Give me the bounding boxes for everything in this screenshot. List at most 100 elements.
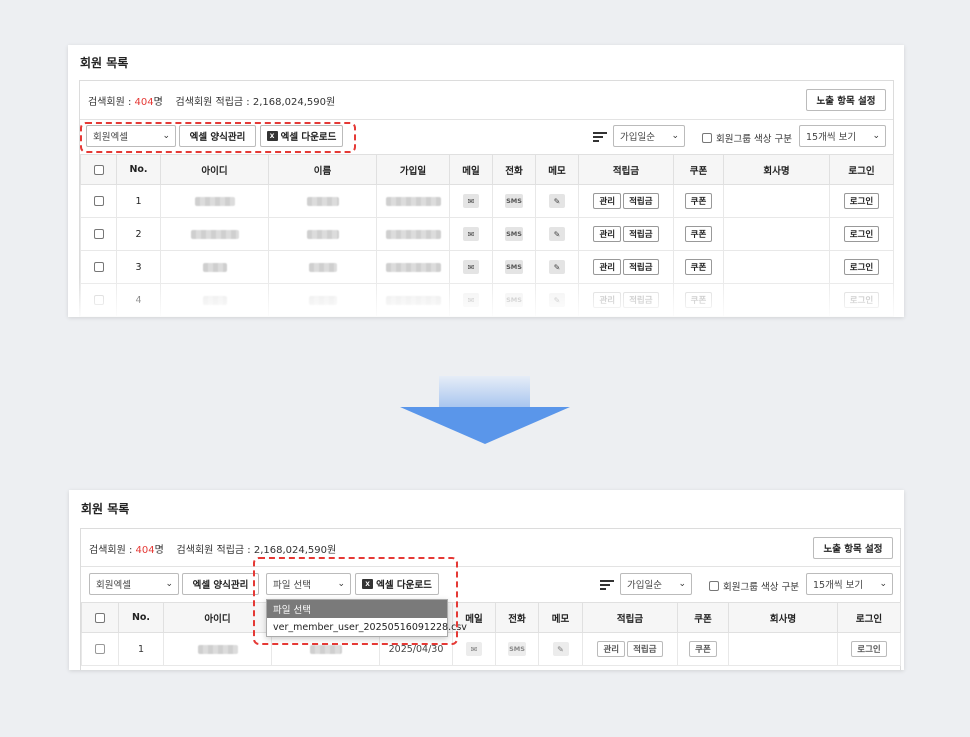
select-all-cell[interactable] — [80, 154, 117, 185]
row-no: 1 — [118, 632, 164, 666]
frame: 회원 목록 검색회원 : 404명 검색회원 적립금 : 2,168,024,5… — [0, 0, 970, 737]
col-company: 회사명 — [728, 602, 838, 633]
col-phone: 전화 — [495, 602, 539, 633]
page-title: 회원 목록 — [81, 502, 130, 516]
divider — [81, 566, 900, 567]
highlight-excel-toolbar — [80, 122, 356, 153]
summary: 검색회원 : 404명 검색회원 적립금 : 2,168,024,590원 — [88, 93, 335, 108]
page-size-value: 15개씩 보기 — [813, 580, 864, 591]
blurred-name — [308, 295, 337, 305]
row-checkbox[interactable] — [93, 229, 104, 239]
chevron-down-icon: ⌄ — [671, 131, 679, 141]
pencil-icon[interactable]: ✎ — [552, 642, 569, 656]
row-checkbox[interactable] — [95, 644, 105, 654]
pencil-icon[interactable]: ✎ — [549, 260, 565, 274]
column-settings-button[interactable]: 노출 항목 설정 — [813, 537, 893, 559]
sort-value: 가입일순 — [627, 580, 662, 591]
col-joined: 가입일 — [376, 154, 450, 185]
down-arrow-icon — [400, 407, 570, 444]
coupon-button[interactable]: 쿠폰 — [689, 641, 717, 657]
login-button[interactable]: 로그인 — [843, 259, 880, 275]
sms-icon[interactable]: SMS — [505, 227, 523, 241]
mail-icon[interactable]: ✉ — [463, 260, 479, 274]
manage-points-button[interactable]: 관리 — [593, 292, 622, 308]
blurred-id — [194, 196, 235, 206]
col-memo: 메모 — [535, 154, 579, 185]
blurred-name — [306, 196, 339, 206]
col-points: 적립금 — [578, 154, 674, 185]
manage-points-button[interactable]: 관리 — [593, 226, 622, 242]
member-table: No. 아이디 이름 가입일 메일 전화 메모 적립금 쿠폰 회사명 로그인 — [81, 602, 901, 666]
manage-points-button[interactable]: 관리 — [593, 259, 622, 275]
login-button[interactable]: 로그인 — [851, 641, 887, 657]
select-all-cell[interactable] — [81, 602, 119, 633]
blurred-id — [197, 644, 238, 654]
login-button[interactable]: 로그인 — [843, 193, 880, 209]
member-list-box: 검색회원 : 404명 검색회원 적립금 : 2,168,024,590원 노출… — [79, 80, 894, 317]
col-memo: 메모 — [538, 602, 583, 633]
row-no: 3 — [116, 250, 161, 284]
sort-select[interactable]: 가입일순 ⌄ — [613, 125, 685, 147]
group-color-toggle[interactable]: 회원그룹 색상 구분 — [709, 579, 799, 593]
login-button[interactable]: 로그인 — [843, 292, 880, 308]
manage-points-button[interactable]: 관리 — [597, 641, 626, 657]
page-size-select[interactable]: 15개씩 보기 ⌄ — [806, 573, 893, 595]
points-button[interactable]: 적립금 — [623, 193, 659, 209]
blurred-name — [306, 229, 339, 239]
coupon-button[interactable]: 쿠폰 — [684, 193, 713, 209]
excel-form-manage-button[interactable]: 엑셀 양식관리 — [182, 573, 259, 595]
sms-icon[interactable]: SMS — [505, 260, 523, 274]
company-cell — [723, 217, 830, 251]
row-checkbox[interactable] — [93, 262, 104, 272]
column-settings-button[interactable]: 노출 항목 설정 — [806, 89, 886, 111]
select-all-checkbox[interactable] — [93, 164, 104, 175]
col-mail: 메일 — [449, 154, 493, 185]
search-count-unit: 명 — [154, 545, 164, 556]
sms-icon[interactable]: SMS — [508, 642, 526, 656]
sort-icon[interactable] — [600, 580, 614, 590]
points-unit: 원 — [327, 545, 337, 556]
excel-type-select[interactable]: 회원엑셀 ⌄ — [89, 573, 179, 595]
sms-icon[interactable]: SMS — [505, 194, 523, 208]
points-button[interactable]: 적립금 — [623, 226, 659, 242]
sort-icon[interactable] — [593, 132, 607, 142]
coupon-button[interactable]: 쿠폰 — [684, 259, 713, 275]
select-all-checkbox[interactable] — [95, 612, 105, 623]
col-company: 회사명 — [723, 154, 830, 185]
table-header: No. 아이디 이름 가입일 메일 전화 메모 적립금 쿠폰 회사명 로그인 — [80, 154, 894, 185]
blurred-date — [385, 229, 441, 239]
points-button[interactable]: 적립금 — [623, 292, 659, 308]
mail-icon[interactable]: ✉ — [463, 293, 479, 307]
group-color-checkbox[interactable] — [709, 581, 719, 591]
login-button[interactable]: 로그인 — [843, 226, 880, 242]
blurred-date — [385, 196, 441, 206]
pencil-icon[interactable]: ✎ — [549, 293, 565, 307]
sort-select[interactable]: 가입일순 ⌄ — [620, 573, 692, 595]
points-label: 검색회원 적립금 : — [176, 545, 254, 556]
row-checkbox[interactable] — [93, 295, 104, 305]
mail-icon[interactable]: ✉ — [466, 642, 482, 656]
group-color-checkbox[interactable] — [702, 133, 712, 143]
coupon-button[interactable]: 쿠폰 — [684, 292, 713, 308]
mail-icon[interactable]: ✉ — [463, 194, 479, 208]
row-checkbox[interactable] — [93, 196, 104, 206]
excel-type-value: 회원엑셀 — [96, 580, 131, 591]
points-button[interactable]: 적립금 — [627, 641, 663, 657]
group-color-label: 회원그룹 색상 구분 — [723, 582, 799, 593]
sms-icon[interactable]: SMS — [505, 293, 523, 307]
arrow-stem — [439, 376, 530, 408]
manage-points-button[interactable]: 관리 — [593, 193, 622, 209]
pencil-icon[interactable]: ✎ — [549, 227, 565, 241]
mail-icon[interactable]: ✉ — [463, 227, 479, 241]
search-count-label: 검색회원 : — [88, 97, 135, 108]
table-row: 1 2025/04/30 ✉ SMS ✎ 관리 적립금 쿠폰 로그인 — [81, 632, 901, 666]
pencil-icon[interactable]: ✎ — [549, 194, 565, 208]
group-color-toggle[interactable]: 회원그룹 색상 구분 — [702, 131, 792, 145]
coupon-button[interactable]: 쿠폰 — [684, 226, 713, 242]
points-button[interactable]: 적립금 — [623, 259, 659, 275]
chevron-down-icon: ⌄ — [872, 131, 880, 141]
col-login: 로그인 — [829, 154, 894, 185]
page-size-select[interactable]: 15개씩 보기 ⌄ — [799, 125, 886, 147]
group-color-label: 회원그룹 색상 구분 — [716, 134, 792, 145]
chevron-down-icon: ⌄ — [678, 579, 686, 589]
